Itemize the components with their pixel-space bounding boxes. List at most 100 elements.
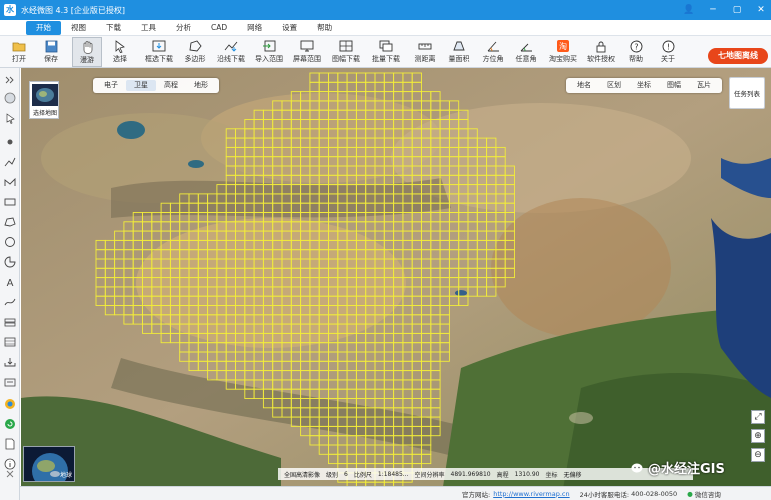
measure-distance-icon	[417, 39, 433, 53]
license-button[interactable]: 软件授权	[585, 37, 617, 67]
user-icon[interactable]: 👤	[683, 5, 695, 15]
circle-select-icon[interactable]	[3, 92, 17, 104]
refresh-icon[interactable]	[3, 418, 17, 430]
measure-distance-button[interactable]: 测距离	[411, 37, 439, 67]
menu-start[interactable]: 开始	[26, 20, 61, 35]
polygon-draw-icon[interactable]	[3, 216, 17, 228]
clear-icon[interactable]	[3, 468, 17, 480]
polyline-draw-icon[interactable]	[3, 176, 17, 188]
tile-cell	[383, 212, 395, 223]
maximize-icon[interactable]: ▢	[731, 5, 743, 15]
tab-sheets[interactable]: 图幅	[659, 80, 689, 91]
sheet-download-button[interactable]: 图幅下载	[330, 37, 362, 67]
pan-button[interactable]: 漫游	[72, 37, 102, 67]
any-angle-button[interactable]: 任意角	[512, 37, 540, 67]
menu-analysis[interactable]: 分析	[166, 21, 201, 35]
tile-cell	[421, 388, 432, 399]
azimuth-button[interactable]: 方位角	[479, 37, 507, 67]
map-source-selector[interactable]: 选择地图	[29, 81, 59, 119]
color-palette-icon[interactable]	[3, 398, 17, 410]
text-label-icon[interactable]: A	[3, 276, 17, 288]
tile-cell	[421, 258, 432, 269]
tile-cell	[309, 286, 320, 297]
tile-cell	[411, 72, 422, 83]
menu-view[interactable]: 视图	[61, 21, 96, 35]
tile-cell	[439, 156, 450, 167]
document-icon[interactable]	[3, 438, 17, 450]
offline-map-promo-button[interactable]: 七地图离线	[708, 48, 768, 64]
tile-cell	[244, 277, 255, 288]
scale-value: 1:18485...	[377, 470, 409, 478]
download-tray-icon[interactable]	[3, 356, 17, 368]
tile-cell	[374, 398, 385, 409]
point-draw-icon[interactable]	[3, 136, 17, 148]
tile-cell	[504, 184, 515, 195]
polyline-download-button[interactable]: 沿线下载	[215, 37, 247, 67]
select-button[interactable]: 选择	[106, 37, 134, 67]
taobao-buy-button[interactable]: 淘 淘宝购买	[547, 37, 579, 67]
menu-help[interactable]: 帮助	[307, 21, 342, 35]
tab-divisions[interactable]: 区划	[599, 80, 629, 91]
tile-cell	[421, 165, 432, 176]
tile-cell	[430, 119, 441, 130]
tile-cell	[374, 332, 385, 344]
help-button[interactable]: ? 帮助	[623, 37, 649, 67]
tile-cell	[393, 230, 404, 241]
pointer-icon[interactable]	[3, 112, 17, 124]
table-icon[interactable]	[3, 336, 17, 348]
box-download-button[interactable]: 框选下载	[142, 37, 176, 67]
about-button[interactable]: ! 关于	[655, 37, 681, 67]
close-icon[interactable]: ✕	[755, 5, 767, 15]
menu-download[interactable]: 下载	[96, 21, 131, 35]
tab-electronic[interactable]: 电子	[96, 80, 126, 91]
rectangle-draw-icon[interactable]	[3, 196, 17, 208]
zoom-out-icon[interactable]: ⊖	[751, 448, 765, 462]
zoom-fit-icon[interactable]: ⤢	[751, 410, 765, 424]
tile-cell	[318, 212, 329, 223]
globe-overview[interactable]: 地球	[23, 446, 75, 482]
save-button[interactable]: 保存	[38, 37, 64, 67]
tile-cell	[169, 212, 181, 223]
minimize-icon[interactable]: ─	[707, 5, 719, 15]
screen-range-button[interactable]: 屏幕范围	[292, 37, 322, 67]
tile-cell	[337, 100, 348, 111]
wechat-consult-link[interactable]: 微信咨询	[695, 489, 721, 499]
import-range-button[interactable]: 导入范围	[254, 37, 284, 67]
tab-terrain[interactable]: 地形	[186, 80, 216, 91]
expand-icon[interactable]	[3, 74, 17, 86]
tab-elevation[interactable]: 高程	[156, 80, 186, 91]
menu-cad[interactable]: CAD	[201, 21, 237, 35]
tile-cell	[244, 165, 255, 176]
tile-cell	[365, 174, 376, 186]
line-draw-icon[interactable]	[3, 156, 17, 168]
circle-draw-icon[interactable]	[3, 236, 17, 248]
tile-cell	[393, 165, 404, 176]
tile-cell	[132, 267, 143, 279]
map-view[interactable]: 选择地图 电子 卫星 高程 地形 地名 区划 坐标 图幅 瓦片 任务列表 ⤢ ⊕…	[21, 68, 771, 500]
tile-cell	[197, 267, 209, 279]
tile-cell	[318, 398, 329, 409]
site-link[interactable]: http://www.rivermap.cn	[493, 490, 569, 498]
route-icon[interactable]	[3, 296, 17, 308]
open-button[interactable]: 打开	[6, 37, 32, 67]
menu-settings[interactable]: 设置	[272, 21, 307, 35]
zoom-in-icon[interactable]: ⊕	[751, 429, 765, 443]
tile-cell	[337, 305, 348, 316]
tab-tiles[interactable]: 瓦片	[689, 80, 719, 91]
tile-cell	[374, 249, 385, 260]
tile-cell	[448, 109, 460, 120]
menu-network[interactable]: 网络	[237, 21, 272, 35]
tab-placenames[interactable]: 地名	[569, 80, 599, 91]
task-list-button[interactable]: 任务列表	[729, 77, 765, 109]
tile-cell	[300, 91, 311, 102]
layer-stack-icon[interactable]	[3, 316, 17, 328]
polygon-button[interactable]: 多边形	[182, 37, 208, 67]
measure-area-button[interactable]: 量面积	[445, 37, 473, 67]
tile-cell	[309, 72, 320, 83]
tab-satellite[interactable]: 卫星	[126, 80, 156, 91]
batch-download-button[interactable]: 批量下载	[370, 37, 402, 67]
tab-coordinates[interactable]: 坐标	[629, 80, 659, 91]
menu-tools[interactable]: 工具	[131, 21, 166, 35]
sector-draw-icon[interactable]	[3, 256, 17, 268]
export-icon[interactable]	[3, 376, 17, 388]
